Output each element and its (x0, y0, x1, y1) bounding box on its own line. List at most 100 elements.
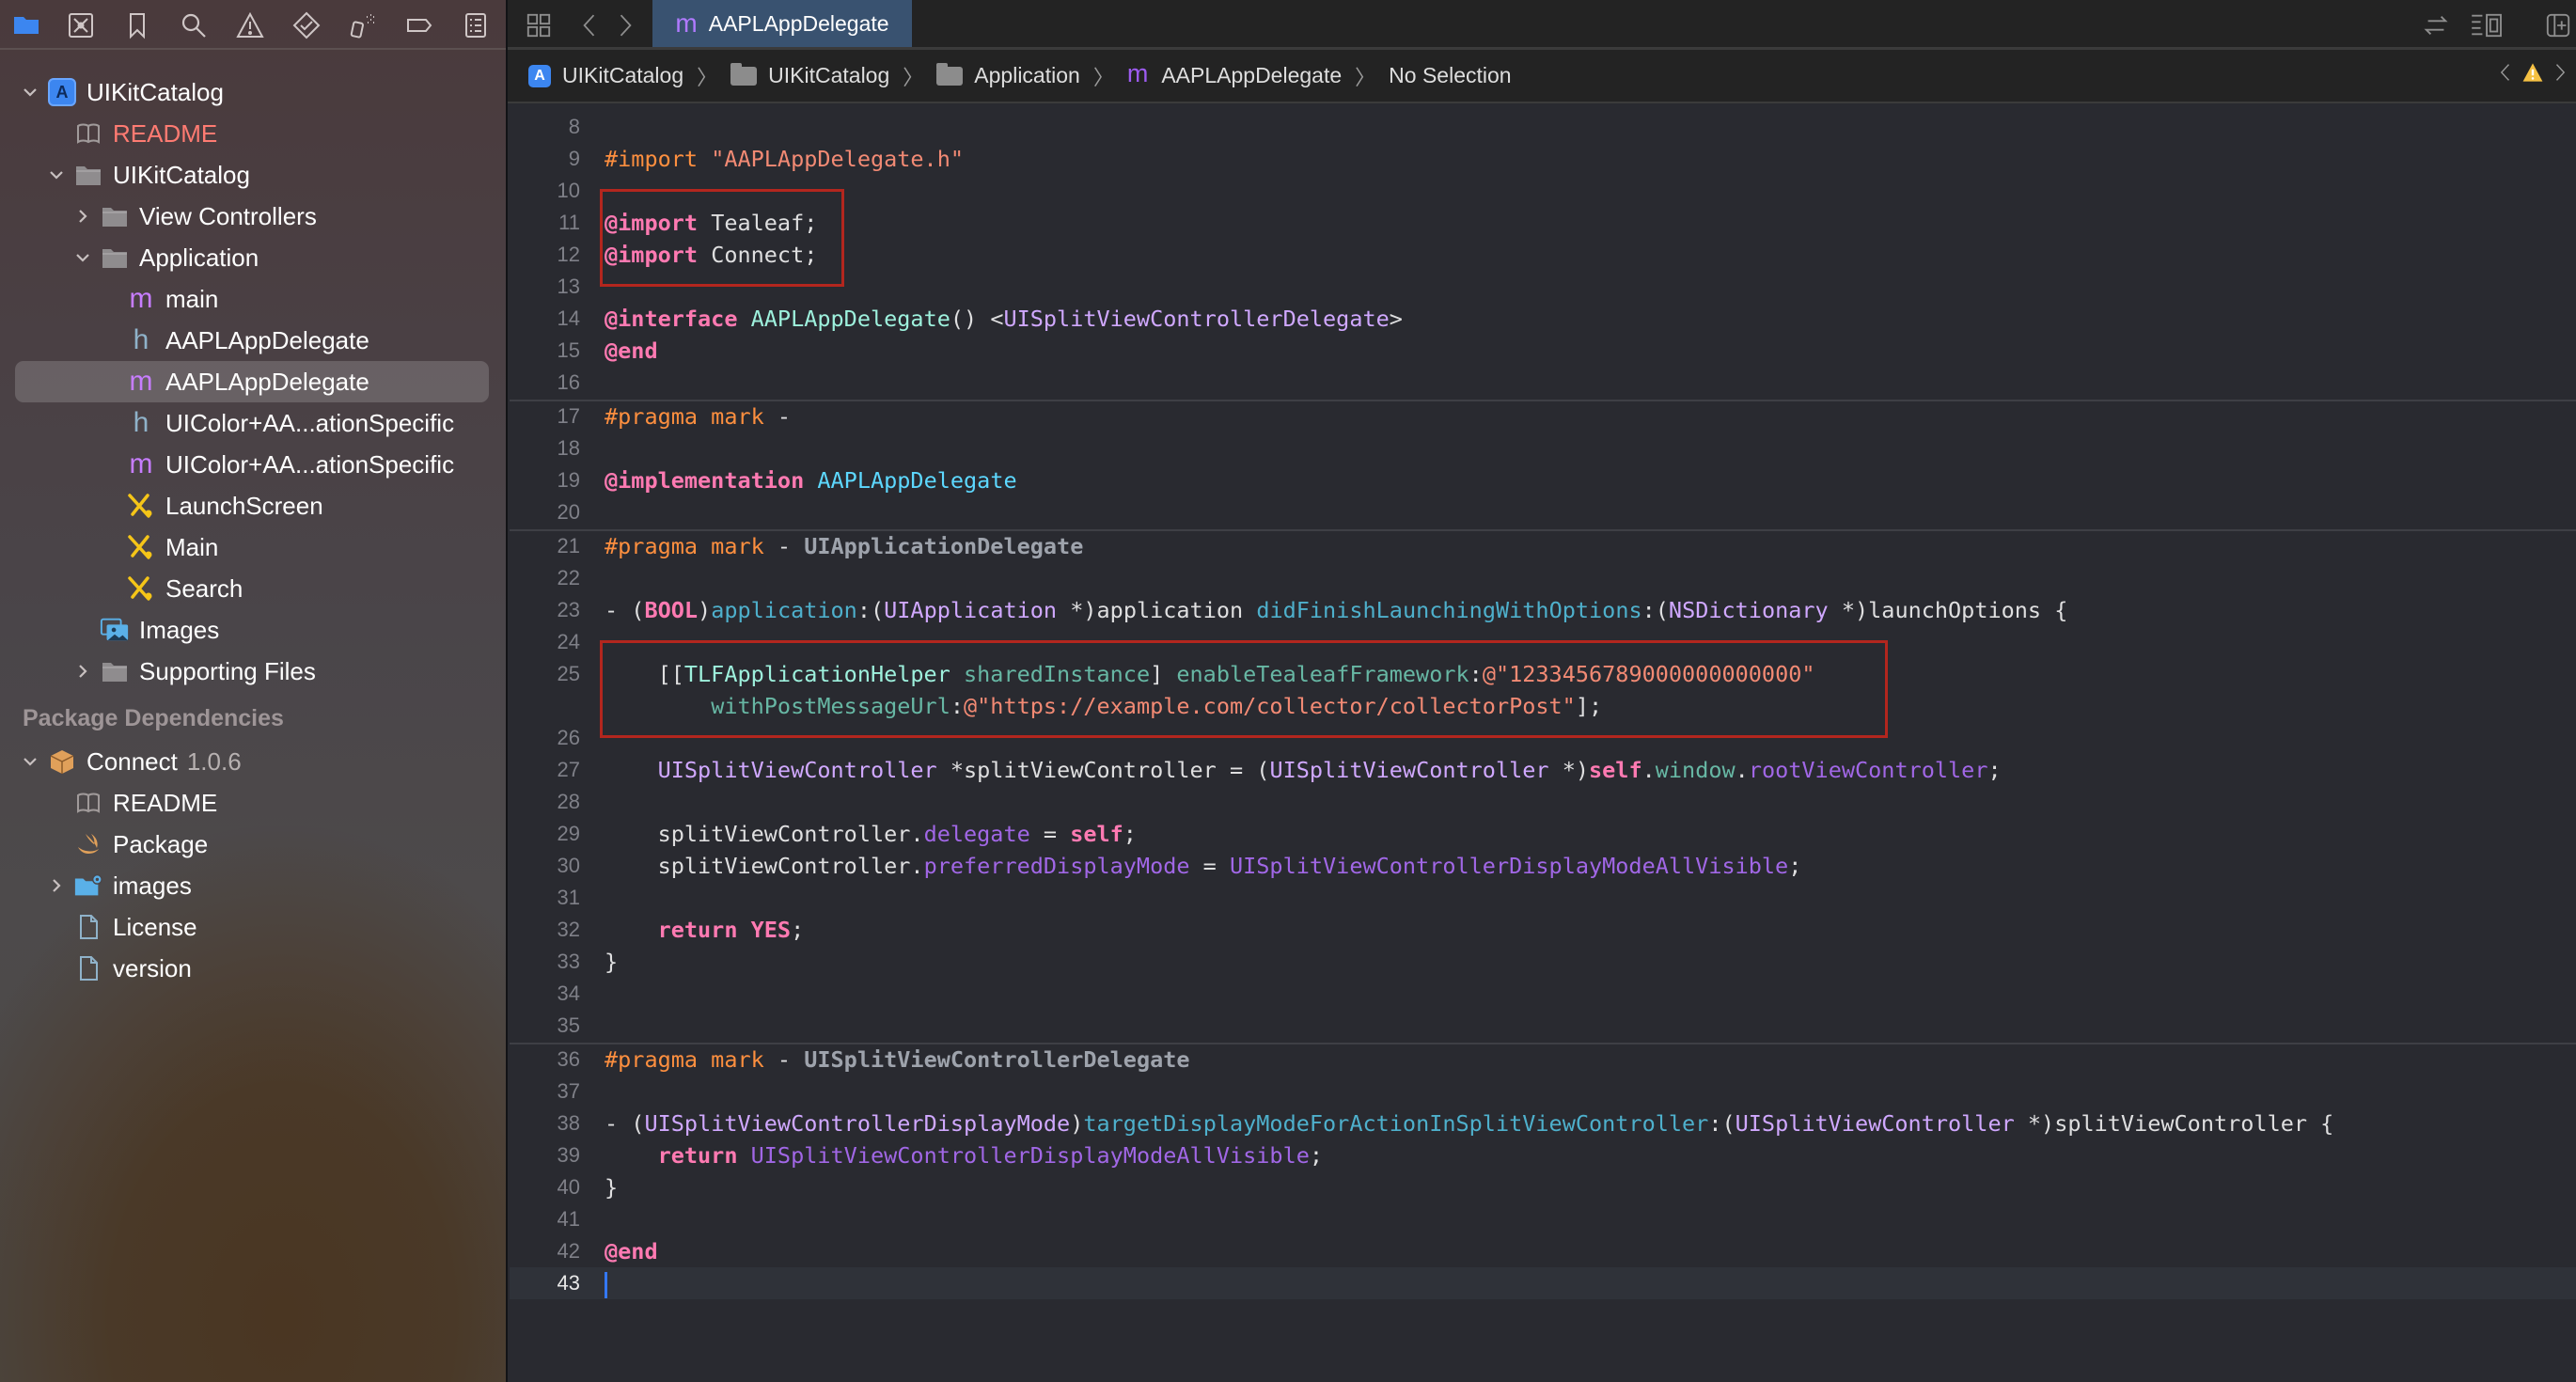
objc-m-file-icon: m (1126, 59, 1149, 87)
code-line-27[interactable]: 27 UISplitViewController *splitViewContr… (510, 754, 2576, 786)
code-line-41[interactable]: 41 (510, 1203, 2576, 1235)
chevron-down-icon[interactable] (19, 750, 41, 773)
report-icon[interactable] (459, 9, 493, 41)
code-line-29[interactable]: 29 splitViewController.delegate = self; (510, 818, 2576, 850)
tree-item-images[interactable]: Images (0, 609, 506, 651)
code-line-20[interactable]: 20 (510, 496, 2576, 528)
tree-item-aaplappdelegate[interactable]: m AAPLAppDelegate (0, 361, 506, 402)
code-line-8[interactable]: 8 (510, 111, 2576, 143)
tree-item-label: UIColor+AA...ationSpecific (165, 450, 455, 479)
tree-item-main[interactable]: m main (0, 278, 506, 320)
inspector-layout-icon[interactable] (2467, 9, 2508, 41)
breadcrumb-group-application[interactable]: Application (936, 62, 1080, 88)
code-token: UISplitViewControllerDisplayModeAllVisib… (1229, 853, 1789, 879)
code-token: @interface (605, 306, 738, 332)
breadcrumb-file[interactable]: m AAPLAppDelegate (1127, 59, 1342, 88)
code-line-23[interactable]: 23- (BOOL)application:(UIApplication *)a… (510, 594, 2576, 626)
code-line-39[interactable]: 39 return UISplitViewControllerDisplayMo… (510, 1139, 2576, 1171)
tree-item-aaplappdelegate[interactable]: h AAPLAppDelegate (0, 320, 506, 361)
tree-item-uicolor-aa-ationspecific[interactable]: m UIColor+AA...ationSpecific (0, 444, 506, 485)
code-line-31[interactable]: 31 (510, 882, 2576, 914)
code-line-9[interactable]: 9 #import "AAPLAppDelegate.h" (510, 143, 2576, 175)
breadcrumb-symbol[interactable]: No Selection (1389, 63, 1511, 88)
code-line-18[interactable]: 18 (510, 432, 2576, 464)
tree-item-label: Images (139, 616, 220, 644)
debug-icon[interactable] (346, 9, 380, 41)
warning-icon[interactable] (2521, 61, 2544, 89)
tree-item-uicolor-aa-ationspecific[interactable]: h UIColor+AA...ationSpecific (0, 402, 506, 444)
code-line-40[interactable]: 40} (510, 1171, 2576, 1203)
swap-icon[interactable] (2420, 9, 2452, 41)
tree-item-connect-package[interactable]: Connect 1.0.6 (0, 741, 506, 782)
chevron-down-icon[interactable] (19, 81, 41, 103)
tree-item-search[interactable]: Search (0, 568, 506, 609)
project-navigator: A UIKitCatalog README UIKitCatalog View Cont… (0, 0, 508, 1382)
line-number: 19 (557, 468, 580, 492)
line-number: 30 (557, 854, 580, 877)
tab-aaplappdelegate[interactable]: m AAPLAppDelegate (652, 0, 912, 47)
tree-item-application[interactable]: Application (0, 237, 506, 278)
bookmark-icon[interactable] (120, 9, 154, 41)
breadcrumb-group-uikitcatalog[interactable]: UIKitCatalog (730, 62, 889, 88)
tree-item-package[interactable]: Package (0, 824, 506, 865)
code-line-38[interactable]: 38 - (UISplitViewControllerDisplayMode)ta… (510, 1107, 2576, 1139)
code-line-32[interactable]: 32 return YES; (510, 914, 2576, 946)
line-number: 32 (557, 918, 580, 941)
related-items-icon[interactable] (523, 9, 555, 41)
code-line-17[interactable]: 17 #pragma mark - (510, 400, 2576, 432)
code-line-42[interactable]: 42 @end (510, 1235, 2576, 1267)
source-editor[interactable]: 8 9 #import "AAPLAppDelegate.h" 10 11 @import… (510, 103, 2576, 1382)
folder-icon[interactable] (9, 9, 43, 41)
line-number: 35 (557, 1013, 580, 1037)
chevron-right-icon[interactable] (71, 660, 94, 683)
breadcrumb-project[interactable]: A UIKitCatalog (508, 63, 683, 88)
chevron-down-icon[interactable] (71, 246, 94, 269)
chevron-right-icon[interactable] (71, 205, 94, 228)
code-line-19[interactable]: 19 @implementation AAPLAppDelegate (510, 464, 2576, 496)
tree-item-launchscreen[interactable]: LaunchScreen (0, 485, 506, 526)
forward-button[interactable] (611, 9, 639, 41)
tree-item-main[interactable]: Main (0, 526, 506, 568)
tree-item-view-controllers[interactable]: View Controllers (0, 196, 506, 237)
code-line-16[interactable]: 16 (510, 367, 2576, 399)
test-icon[interactable] (290, 9, 323, 41)
add-editor-icon[interactable] (2542, 9, 2574, 41)
search-icon[interactable] (177, 9, 211, 41)
code-line-30[interactable]: 30 splitViewController.preferredDisplayM… (510, 850, 2576, 882)
line-number: 10 (557, 179, 580, 202)
chevron-right-icon: 〉 (697, 65, 718, 89)
code-line-34[interactable]: 34 (510, 978, 2576, 1010)
breakpoint-icon[interactable] (402, 9, 436, 41)
code-token: #import (605, 146, 712, 172)
code-line-37[interactable]: 37 (510, 1076, 2576, 1107)
chevron-right-icon[interactable] (45, 874, 68, 897)
back-button[interactable] (575, 9, 604, 41)
tree-item-uikitcatalog[interactable]: A UIKitCatalog (0, 71, 506, 113)
code-line-21[interactable]: 21 #pragma mark - UIApplicationDelegate (510, 530, 2576, 562)
tree-item-images[interactable]: images (0, 865, 506, 906)
source-control-icon[interactable] (64, 9, 98, 41)
code-line-43[interactable]: 43 (510, 1267, 2576, 1299)
tree-item-readme[interactable]: README (0, 782, 506, 824)
tree-item-label: Supporting Files (139, 657, 316, 685)
tree-item-version[interactable]: version (0, 948, 506, 989)
chevron-down-icon[interactable] (45, 164, 68, 186)
tree-item-supporting-files[interactable]: Supporting Files (0, 651, 506, 692)
code-line-36[interactable]: 36 #pragma mark - UISplitViewControllerDe… (510, 1044, 2576, 1076)
code-token: - ( (605, 597, 645, 623)
previous-issue-button[interactable] (2499, 61, 2512, 89)
code-line-14[interactable]: 14 @interface AAPLAppDelegate() <UISplitV… (510, 303, 2576, 335)
tree-item-uikitcatalog[interactable]: UIKitCatalog (0, 154, 506, 196)
code-line-28[interactable]: 28 (510, 786, 2576, 818)
tree-item-label: images (113, 872, 192, 900)
code-line-35[interactable]: 35 (510, 1010, 2576, 1042)
next-issue-button[interactable] (2553, 61, 2567, 89)
code-line-33[interactable]: 33} (510, 946, 2576, 978)
line-number: 18 (557, 436, 580, 460)
tree-item-readme[interactable]: README (0, 113, 506, 154)
code-line-22[interactable]: 22 (510, 562, 2576, 594)
code-line-15[interactable]: 15 @end (510, 335, 2576, 367)
warning-icon[interactable] (233, 9, 267, 41)
tree-item-license[interactable]: License (0, 906, 506, 948)
